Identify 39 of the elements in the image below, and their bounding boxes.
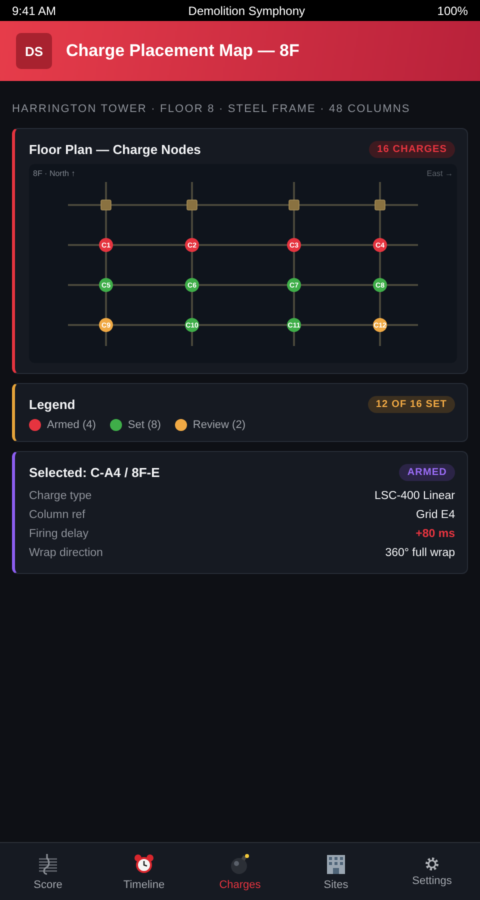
legend-label: Review (2) [192,419,246,431]
charges-badge: 16 CHARGES [369,141,455,158]
detail-label: Column ref [29,508,86,523]
alarm-clock-icon [133,852,155,874]
page-title: Charge Placement Map — 8F [66,41,300,61]
north-label: 8F · North ↑ [33,169,76,178]
detail-value: +80 ms [416,527,455,542]
column-cap [374,200,386,210]
card-title: Legend [29,397,76,412]
east-label: East → [426,169,453,178]
detail-label: Wrap direction [29,546,103,561]
column-cap [288,200,300,210]
detail-value: 360° full wrap [385,546,455,561]
legend-label: Set (8) [128,419,161,431]
detail-label: Charge type [29,489,92,504]
nav-tab[interactable]: Charges [192,843,288,900]
nav-tab[interactable]: Sites [288,843,384,900]
column-cap [100,200,112,210]
progress-badge: 12 OF 16 SET [368,396,455,413]
column-cap [186,200,198,210]
nav-tab[interactable]: Settings [384,843,480,900]
battery-level: 100% [437,4,468,18]
nav-tab[interactable]: Score [0,843,96,900]
legend-label: Armed (4) [47,419,96,431]
app-logo: DS [16,33,52,69]
status-badge: ARMED [399,464,455,481]
detail-label: Firing delay [29,527,88,542]
status-time: 9:41 AM [12,4,56,18]
building-icon [325,852,347,874]
nav-tab[interactable]: Timeline [96,843,192,900]
bomb-icon [229,852,251,874]
detail-value: Grid E4 [416,508,455,523]
music-staff-icon [37,852,59,874]
settings-icon [425,856,439,870]
card-title: Floor Plan — Charge Nodes [29,142,201,157]
status-title: Demolition Symphony [188,4,306,18]
building-subtitle: HARRINGTON TOWER · FLOOR 8 · STEEL FRAME · 48 COLUMNS [12,103,412,115]
card-title: Selected: C-A4 / 8F-E [29,465,160,480]
detail-value: LSC-400 Linear [374,489,455,504]
